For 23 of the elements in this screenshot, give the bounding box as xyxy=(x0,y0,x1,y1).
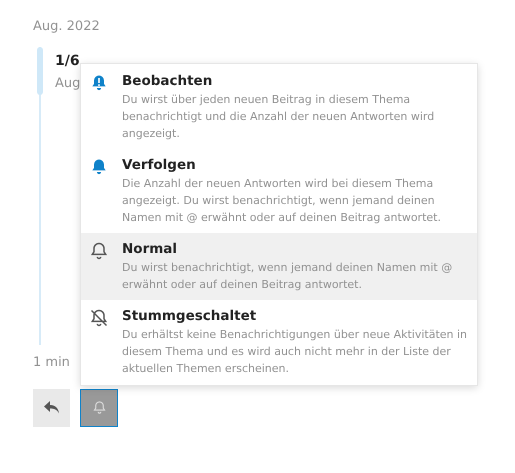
notification-option[interactable]: Verfolgen Die Anzahl der neuen Antworten wird bei diesem Thema angezeigt. Du wirst benachrichtigt, wenn jemand deinen Namen mit @ erwähnt oder auf deinen Beitrag antwortet. xyxy=(81,149,477,233)
reply-button[interactable] xyxy=(33,388,70,426)
notification-option[interactable]: Stummgeschaltet Du erhältst keine Benachrichtigungen über neue Aktivitäten in diesem Thema und es wird auch nicht mehr in der Liste der aktuellen Themen erscheinen. xyxy=(81,300,477,384)
reply-icon xyxy=(44,400,60,414)
last-activity: 1 min xyxy=(33,354,70,372)
option-description: Du erhältst keine Benachrichtigungen über neue Aktivitäten in diesem Thema und es wird auch nicht mehr in der Liste der aktuellen Themen erscheinen. xyxy=(122,327,468,377)
date-heading: Aug. 2022 xyxy=(33,18,101,36)
option-description: Die Anzahl der neuen Antworten wird bei diesem Thema angezeigt. Du wirst benachrichtigt, wenn jemand deinen Namen mit @ erwähnt oder auf deinen Beitrag antwortet. xyxy=(122,176,442,226)
post-position: 1/6 xyxy=(55,52,80,71)
notification-option[interactable]: Beobachten Du wirst über jeden neuen Beitrag in diesem Thema benachrichtigt und die Anzahl der neuen Antworten wird angezeigt. xyxy=(81,65,477,149)
option-title: Normal xyxy=(122,240,178,259)
option-title: Stummgeschaltet xyxy=(122,307,258,326)
notification-button[interactable] xyxy=(80,388,118,426)
bell-icon xyxy=(92,400,106,415)
notification-option[interactable]: Normal Du wirst benachrichtigt, wenn jemand deinen Namen mit @ erwähnt oder auf deinen Beitrag antwortet. xyxy=(81,233,477,300)
position-date: Aug xyxy=(55,75,80,93)
bell-icon xyxy=(89,241,109,261)
timeline-handle[interactable] xyxy=(37,47,43,95)
bell-slash-icon xyxy=(89,308,109,328)
option-title: Beobachten xyxy=(122,72,214,91)
option-description: Du wirst über jeden neuen Beitrag in diesem Thema benachrichtigt und die Anzahl der neuen Antworten wird angezeigt. xyxy=(122,92,436,142)
option-description: Du wirst benachrichtigt, wenn jemand deinen Namen mit @ erwähnt oder auf deinen Beitrag antwortet. xyxy=(122,260,454,293)
option-title: Verfolgen xyxy=(122,156,197,175)
